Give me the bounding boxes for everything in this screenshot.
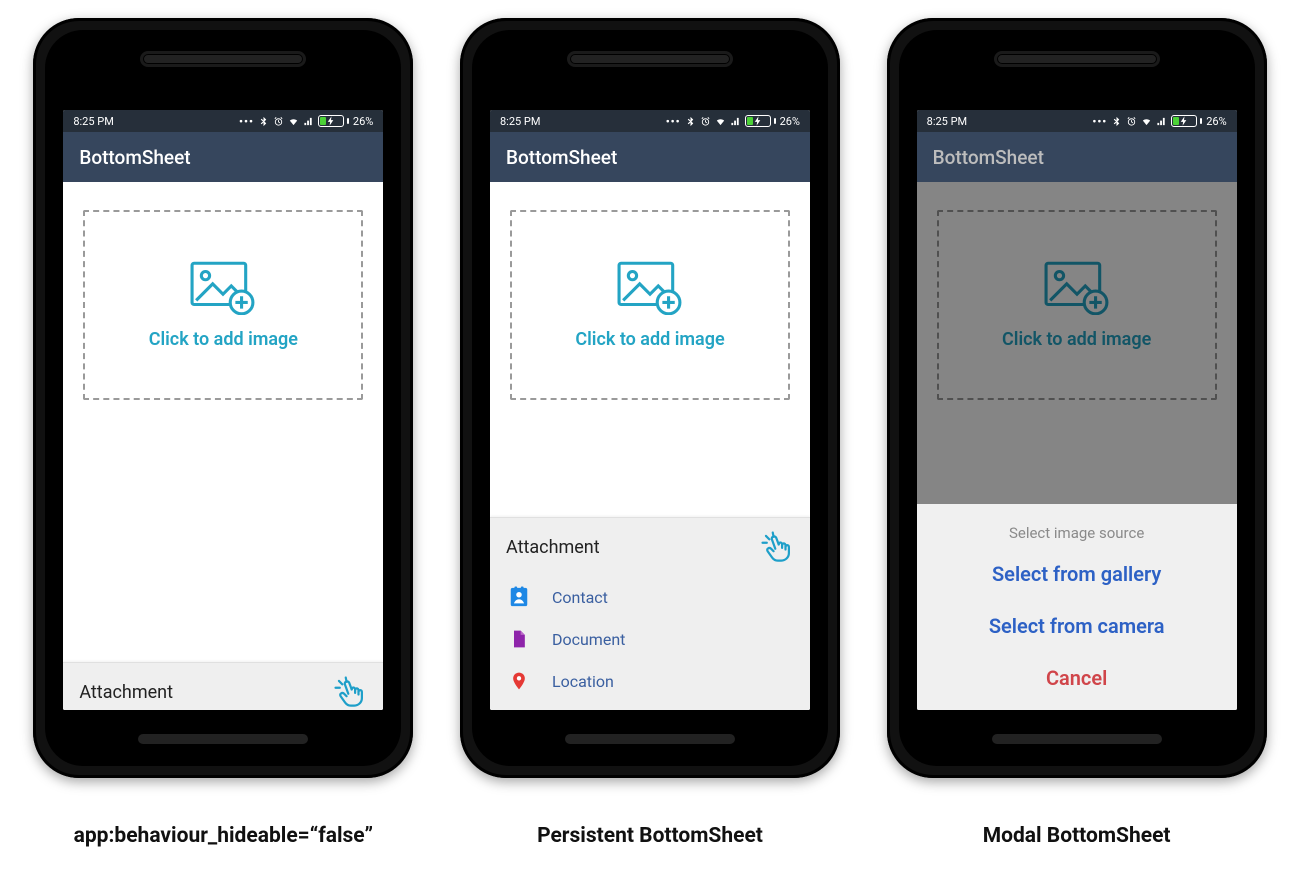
- phone-speaker-bottom: [565, 734, 735, 744]
- wifi-icon: [288, 116, 299, 127]
- battery-indicator: [1171, 115, 1202, 127]
- app-title: BottomSheet: [506, 146, 617, 169]
- modal-option-gallery[interactable]: Select from gallery: [992, 548, 1161, 600]
- modal-option-camera[interactable]: Select from camera: [989, 600, 1165, 652]
- bottom-sheet-expanded[interactable]: Attachment Contact Document: [490, 517, 810, 710]
- app-title: BottomSheet: [79, 146, 190, 169]
- app-bar: BottomSheet: [917, 132, 1237, 182]
- add-image-icon: [617, 261, 683, 315]
- more-icon: •••: [1092, 115, 1107, 128]
- status-time: 8:25 PM: [73, 115, 113, 128]
- status-right: ••• 26%: [239, 115, 373, 128]
- screen-2: 8:25 PM ••• 26%: [490, 110, 810, 710]
- battery-indicator: [745, 115, 776, 127]
- charging-icon: [1179, 116, 1190, 127]
- sheet-title: Attachment: [506, 537, 600, 558]
- column-modal-example: 8:25 PM ••• 26%: [887, 18, 1267, 848]
- caption-hideable: app:behaviour_hideable=“false”: [74, 824, 373, 848]
- alarm-icon: [700, 116, 711, 127]
- phone-frame-2: 8:25 PM ••• 26%: [460, 18, 840, 778]
- attachment-option-label: Contact: [552, 588, 608, 607]
- add-image-button[interactable]: Click to add image: [83, 210, 363, 400]
- modal-bottom-sheet: Select image source Select from gallery …: [917, 504, 1237, 710]
- phone-inner: 8:25 PM ••• 26%: [472, 30, 828, 766]
- signal-icon: [1156, 116, 1167, 127]
- modal-cancel-button[interactable]: Cancel: [1046, 652, 1107, 704]
- charging-icon: [752, 116, 763, 127]
- status-time: 8:25 PM: [927, 115, 967, 128]
- document-icon: [508, 628, 530, 650]
- more-icon: •••: [239, 115, 254, 128]
- figure-stage: 8:25 PM ••• 26%: [0, 0, 1300, 848]
- attachment-option-document[interactable]: Document: [490, 618, 810, 660]
- attachment-option-contact[interactable]: Contact: [490, 576, 810, 618]
- alarm-icon: [1126, 116, 1137, 127]
- bluetooth-icon: [258, 116, 269, 127]
- phone-earpiece: [997, 54, 1157, 64]
- phone-speaker-bottom: [992, 734, 1162, 744]
- wifi-icon: [1141, 116, 1152, 127]
- phone-earpiece: [143, 54, 303, 64]
- phone-earpiece: [570, 54, 730, 64]
- phone-inner: 8:25 PM ••• 26%: [899, 30, 1255, 766]
- app-bar: BottomSheet: [63, 132, 383, 182]
- bottom-sheet-collapsed[interactable]: Attachment: [63, 662, 383, 710]
- app-bar: BottomSheet: [490, 132, 810, 182]
- add-image-label: Click to add image: [575, 329, 724, 350]
- bluetooth-icon: [685, 116, 696, 127]
- column-hideable-example: 8:25 PM ••• 26%: [33, 18, 413, 848]
- status-right: ••• 26%: [1092, 115, 1226, 128]
- status-bar: 8:25 PM ••• 26%: [917, 110, 1237, 132]
- contact-icon: [508, 586, 530, 608]
- sheet-header[interactable]: Attachment: [63, 663, 383, 710]
- bluetooth-icon: [1111, 116, 1122, 127]
- battery-percent: 26%: [353, 115, 373, 128]
- tap-icon: [760, 530, 794, 564]
- status-right: ••• 26%: [666, 115, 800, 128]
- attachment-option-location[interactable]: Location: [490, 660, 810, 702]
- status-time: 8:25 PM: [500, 115, 540, 128]
- alarm-icon: [273, 116, 284, 127]
- battery-indicator: [318, 115, 349, 127]
- screen-3: 8:25 PM ••• 26%: [917, 110, 1237, 710]
- battery-percent: 26%: [780, 115, 800, 128]
- app-title: BottomSheet: [933, 146, 1044, 169]
- add-image-label: Click to add image: [149, 329, 298, 350]
- wifi-icon: [715, 116, 726, 127]
- caption-modal: Modal BottomSheet: [983, 824, 1171, 848]
- caption-persistent: Persistent BottomSheet: [537, 824, 763, 848]
- phone-frame-3: 8:25 PM ••• 26%: [887, 18, 1267, 778]
- column-persistent-example: 8:25 PM ••• 26%: [460, 18, 840, 848]
- phone-inner: 8:25 PM ••• 26%: [45, 30, 401, 766]
- add-image-icon: [190, 261, 256, 315]
- tap-icon: [333, 675, 367, 709]
- signal-icon: [303, 116, 314, 127]
- modal-title: Select image source: [1009, 514, 1144, 548]
- signal-icon: [730, 116, 741, 127]
- phone-speaker-bottom: [138, 734, 308, 744]
- content-area: Click to add image Select image source S…: [917, 182, 1237, 710]
- location-icon: [508, 670, 530, 692]
- more-icon: •••: [666, 115, 681, 128]
- phone-frame-1: 8:25 PM ••• 26%: [33, 18, 413, 778]
- battery-percent: 26%: [1206, 115, 1226, 128]
- sheet-header[interactable]: Attachment: [490, 518, 810, 576]
- attachment-option-label: Document: [552, 630, 625, 649]
- status-bar: 8:25 PM ••• 26%: [63, 110, 383, 132]
- status-bar: 8:25 PM ••• 26%: [490, 110, 810, 132]
- add-image-button[interactable]: Click to add image: [510, 210, 790, 400]
- sheet-title: Attachment: [79, 682, 173, 703]
- screen-1: 8:25 PM ••• 26%: [63, 110, 383, 710]
- charging-icon: [325, 116, 336, 127]
- content-area: Click to add image Attachment Contact: [490, 182, 810, 710]
- content-area: Click to add image Attachment: [63, 182, 383, 710]
- attachment-option-label: Location: [552, 672, 614, 691]
